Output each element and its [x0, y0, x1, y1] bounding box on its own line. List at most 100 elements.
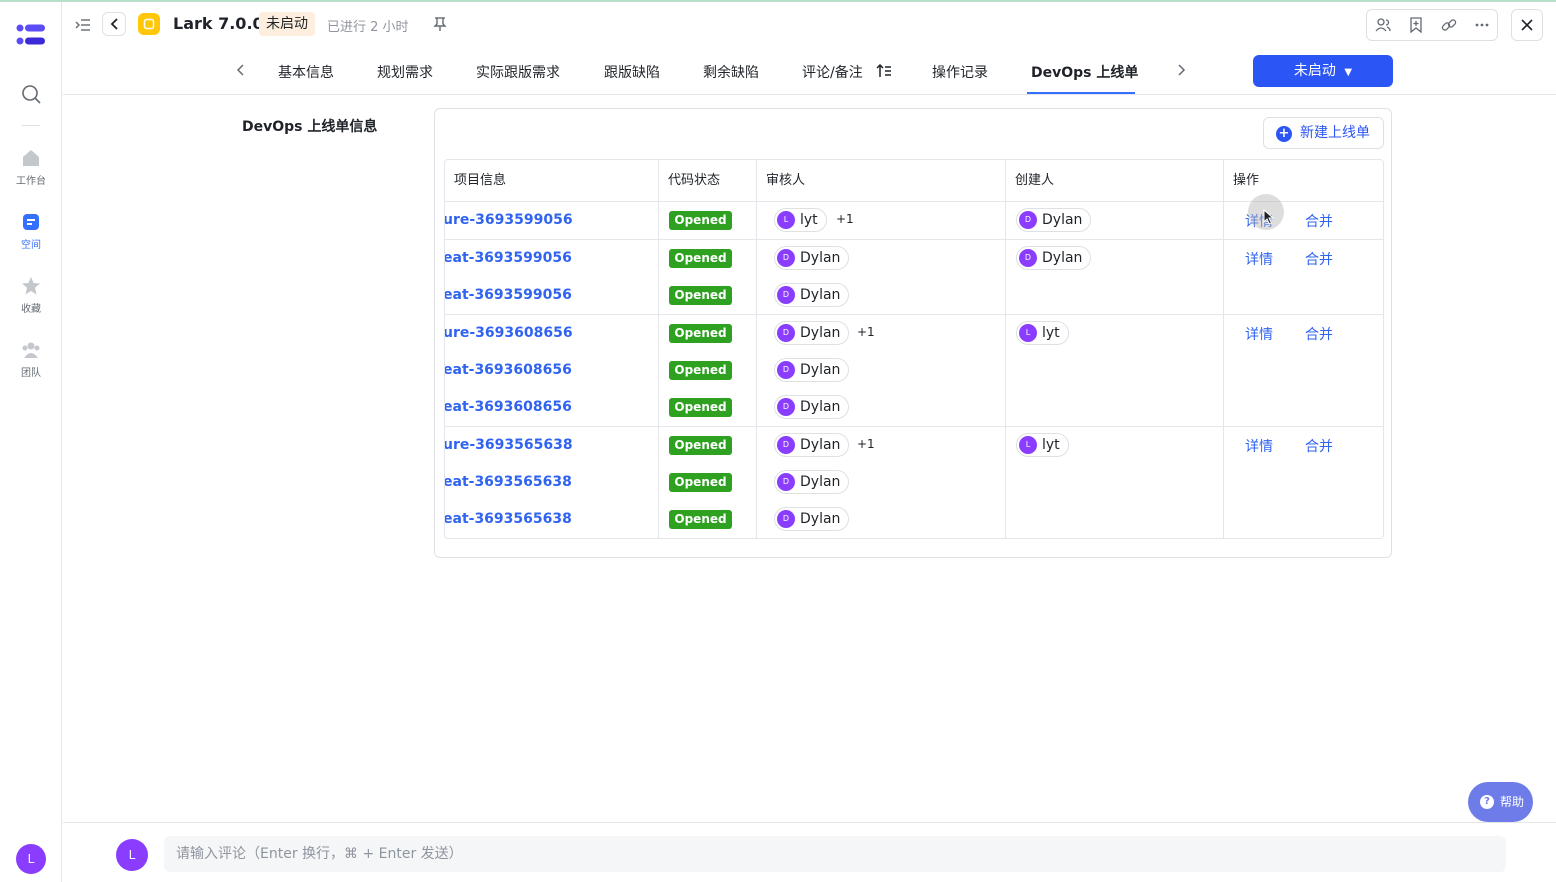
bookmark-icon[interactable] [1408, 17, 1424, 33]
code-status-badge: Opened [669, 249, 732, 268]
section-title: DevOps 上线单信息 [242, 119, 378, 135]
project-link[interactable]: eat-3693565638 [445, 511, 572, 527]
detail-link[interactable]: 详情 [1245, 324, 1273, 344]
rail-item-favorites[interactable]: 收藏 [0, 276, 62, 315]
project-link[interactable]: eat-3693599056 [445, 287, 572, 303]
close-button[interactable] [1511, 9, 1543, 41]
tabs-next-icon[interactable] [1173, 62, 1189, 78]
creator-chip[interactable]: Llyt [1016, 321, 1069, 345]
rail-item-team[interactable]: 团队 [0, 340, 62, 379]
status-dropdown-button[interactable]: 未启动 ▼ [1253, 55, 1393, 87]
column-divider [1005, 160, 1006, 538]
space-icon [23, 214, 39, 230]
avatar: D [777, 473, 795, 491]
avatar: D [777, 398, 795, 416]
project-link[interactable]: eat-3693565638 [445, 474, 572, 490]
detail-link[interactable]: 详情 [1245, 436, 1273, 456]
comment-input[interactable]: 请输入评论（Enter 换行，⌘ + Enter 发送） [164, 836, 1506, 872]
creator-chip[interactable]: D Dylan [1016, 246, 1092, 270]
code-status-badge: Opened [669, 436, 732, 455]
star-icon [22, 277, 40, 295]
creator-name: lyt [1042, 325, 1060, 341]
tab-remaining-defects[interactable]: 剩余缺陷 [703, 62, 759, 82]
reviewer-name: Dylan [800, 474, 841, 490]
project-link[interactable]: ure-3693608656 [445, 325, 573, 341]
reviewer-chip[interactable]: D Dylan [774, 507, 850, 531]
tab-actual-requirements[interactable]: 实际跟版需求 [476, 62, 560, 82]
group-divider [445, 426, 1383, 427]
members-icon[interactable] [1375, 17, 1391, 33]
plus-icon: + [1276, 126, 1292, 142]
column-divider [756, 160, 757, 538]
column-header: 审核人 [766, 173, 806, 188]
tab-planned-requirements[interactable]: 规划需求 [377, 62, 433, 82]
creator-chip[interactable]: D Dylan [1016, 208, 1092, 232]
new-release-label: 新建上线单 [1300, 125, 1370, 141]
creator-name: Dylan [1042, 212, 1083, 228]
reviewer-chip[interactable]: D Dylan [774, 470, 850, 494]
tab-basic-info[interactable]: 基本信息 [278, 62, 334, 82]
reviewer-chip[interactable]: D Dylan [774, 395, 850, 419]
avatar: D [777, 510, 795, 528]
rail-item-label: 收藏 [21, 304, 41, 315]
merge-link[interactable]: 合并 [1305, 324, 1333, 344]
help-label: 帮助 [1500, 795, 1525, 809]
link-icon[interactable] [1441, 17, 1457, 33]
merge-link[interactable]: 合并 [1305, 436, 1333, 456]
reviewer-chip[interactable]: D Dylan [774, 283, 850, 307]
avatar: D [1019, 211, 1037, 229]
project-link[interactable]: eat-3693608656 [445, 362, 572, 378]
project-link[interactable]: eat-3693608656 [445, 399, 572, 415]
tab-version-defects[interactable]: 跟版缺陷 [604, 62, 660, 82]
reviewer-chip[interactable]: Llyt [774, 208, 827, 232]
devops-card: + 新建上线单 项目信息 代码状态 审核人 创建人 操作 ure-3693599… [434, 108, 1392, 558]
tab-operation-log[interactable]: 操作记录 [932, 62, 988, 82]
chevron-left-icon [110, 18, 118, 30]
avatar: D [777, 324, 795, 342]
tabs-prev-icon[interactable] [233, 62, 249, 78]
reviewer-chip[interactable]: D Dylan [774, 246, 850, 270]
column-header: 创建人 [1015, 173, 1055, 188]
project-link[interactable]: eat-3693599056 [445, 250, 572, 266]
mouse-cursor-icon [1263, 209, 1275, 225]
header: Lark 7.0.0 未启动 已进行 2 小时 [63, 2, 1556, 48]
project-link[interactable]: ure-3693565638 [445, 437, 573, 453]
help-icon: ? [1480, 795, 1494, 809]
comment-bar: L 请输入评论（Enter 换行，⌘ + Enter 发送） [63, 822, 1556, 882]
merge-link[interactable]: 合并 [1305, 249, 1333, 269]
team-icon [22, 342, 40, 358]
group-divider [445, 314, 1383, 315]
sidebar-toggle-icon[interactable] [75, 17, 91, 33]
merge-link[interactable]: 合并 [1305, 211, 1333, 231]
creator-chip[interactable]: Llyt [1016, 433, 1069, 457]
tab-devops[interactable]: DevOps 上线单 [1031, 62, 1138, 82]
rail-item-workbench[interactable]: 工作台 [0, 148, 62, 187]
help-button[interactable]: ? 帮助 [1468, 782, 1533, 822]
back-button[interactable] [102, 12, 126, 36]
avatar: D [1019, 249, 1037, 267]
status-dropdown-label: 未启动 [1293, 63, 1336, 79]
project-link[interactable]: ure-3693599056 [445, 212, 573, 228]
reviewer-chip[interactable]: D Dylan [774, 321, 850, 345]
user-avatar[interactable]: L [16, 844, 46, 874]
avatar: L [1019, 436, 1037, 454]
reviewer-more-count[interactable]: +1 [836, 212, 854, 226]
pin-icon[interactable] [432, 16, 448, 32]
tab-comments[interactable]: 评论/备注 [802, 62, 891, 82]
rail-item-space[interactable]: 空间 [0, 212, 62, 251]
reviewer-more-count[interactable]: +1 [857, 325, 875, 339]
home-icon [23, 150, 39, 166]
reviewer-name: lyt [800, 212, 818, 228]
detail-link[interactable]: 详情 [1245, 249, 1273, 269]
new-release-button[interactable]: + 新建上线单 [1263, 117, 1384, 149]
more-icon[interactable] [1474, 17, 1490, 33]
avatar: D [777, 436, 795, 454]
code-status-badge: Opened [669, 473, 732, 492]
group-divider [445, 538, 1384, 539]
search-icon[interactable] [21, 84, 41, 104]
reviewer-chip[interactable]: D Dylan [774, 358, 850, 382]
reviewer-chip[interactable]: D Dylan [774, 433, 850, 457]
code-status-badge: Opened [669, 361, 732, 380]
reviewer-more-count[interactable]: +1 [857, 437, 875, 451]
app-logo-icon[interactable] [16, 22, 46, 48]
